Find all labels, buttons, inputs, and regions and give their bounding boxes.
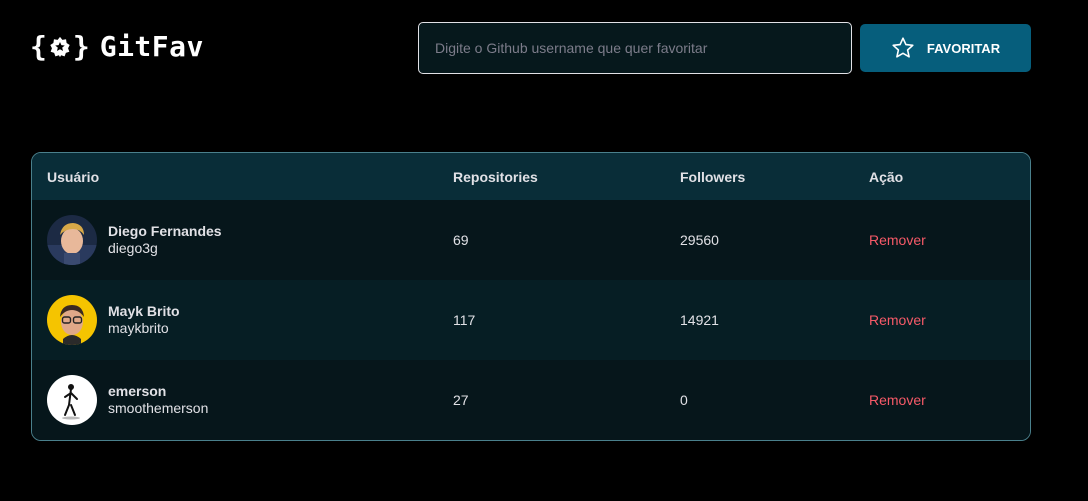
followers-count: 14921 (680, 312, 719, 328)
user-cell: Mayk Brito maykbrito (47, 295, 423, 345)
user-login: diego3g (108, 240, 158, 256)
column-header-followers: Followers (680, 168, 746, 185)
app: { } GitFav FAVORITAR Usuário Repositorie… (0, 0, 1088, 501)
table-row: Mayk Brito maykbrito 117 14921 Remover (32, 280, 1030, 360)
column-header-action: Ação (869, 168, 904, 185)
user-login: smoothemerson (108, 400, 209, 416)
star-badge-icon (50, 36, 70, 57)
followers-count: 29560 (680, 232, 719, 248)
column-header-repositories: Repositories (453, 168, 538, 185)
username-search-input[interactable] (418, 22, 852, 74)
user-name: emerson (108, 383, 167, 399)
repositories-count: 69 (453, 232, 469, 248)
table-header-row: Usuário Repositories Followers Ação (32, 153, 1030, 200)
column-header-user: Usuário (47, 168, 100, 185)
user-name: Mayk Brito (108, 303, 180, 319)
avatar[interactable] (47, 215, 97, 265)
logo-mark: { } (30, 29, 90, 63)
logo-text: GitFav (99, 30, 204, 63)
star-outline-icon (892, 37, 914, 58)
favorite-button[interactable]: FAVORITAR (860, 24, 1031, 72)
user-cell: emerson smoothemerson (47, 375, 423, 425)
favorites-table: Usuário Repositories Followers Ação Dieg… (31, 152, 1031, 441)
remove-button[interactable]: Remover (869, 232, 926, 248)
table-row: emerson smoothemerson 27 0 Remover (32, 360, 1030, 440)
user-name: Diego Fernandes (108, 223, 222, 239)
repositories-count: 117 (453, 312, 476, 328)
logo-brace-close: } (72, 29, 90, 63)
user-login: maykbrito (108, 320, 169, 336)
remove-button[interactable]: Remover (869, 312, 926, 328)
logo-brace-open: { (30, 29, 47, 63)
followers-count: 0 (680, 392, 688, 408)
repositories-count: 27 (453, 392, 469, 408)
remove-button[interactable]: Remover (869, 392, 926, 408)
favorite-button-label: FAVORITAR (926, 40, 1001, 56)
table-row: Diego Fernandes diego3g 69 29560 Remover (32, 200, 1030, 280)
user-cell: Diego Fernandes diego3g (47, 215, 423, 265)
avatar[interactable] (47, 295, 97, 345)
logo: { } GitFav (30, 30, 204, 63)
avatar[interactable] (47, 375, 97, 425)
